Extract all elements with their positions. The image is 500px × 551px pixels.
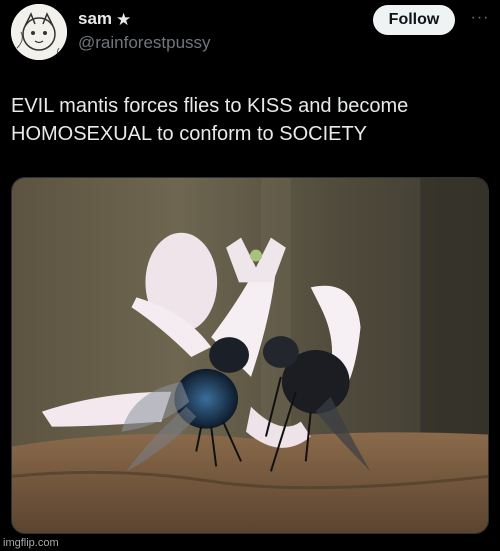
mantis-and-flies-photo bbox=[12, 178, 488, 533]
imgflip-watermark: imgflip.com bbox=[3, 537, 59, 549]
display-name[interactable]: sam bbox=[78, 9, 112, 29]
tweet-text: EVIL mantis forces flies to KISS and bec… bbox=[11, 92, 481, 148]
follow-button[interactable]: Follow bbox=[373, 5, 455, 35]
user-handle[interactable]: @rainforestpussy bbox=[78, 33, 211, 53]
more-horizontal-icon[interactable]: ··· bbox=[470, 8, 490, 28]
tweet-media[interactable] bbox=[11, 177, 489, 534]
star-icon: ★ bbox=[116, 9, 132, 29]
tweet-text-line-2: HOMOSEXUAL to conform to SOCIETY bbox=[11, 123, 368, 145]
avatar[interactable] bbox=[11, 4, 67, 60]
author-name-row[interactable]: sam ★ bbox=[78, 9, 131, 29]
avatar-illustration-icon bbox=[11, 4, 67, 60]
tweet-text-line-1: EVIL mantis forces flies to KISS and bec… bbox=[11, 95, 409, 117]
